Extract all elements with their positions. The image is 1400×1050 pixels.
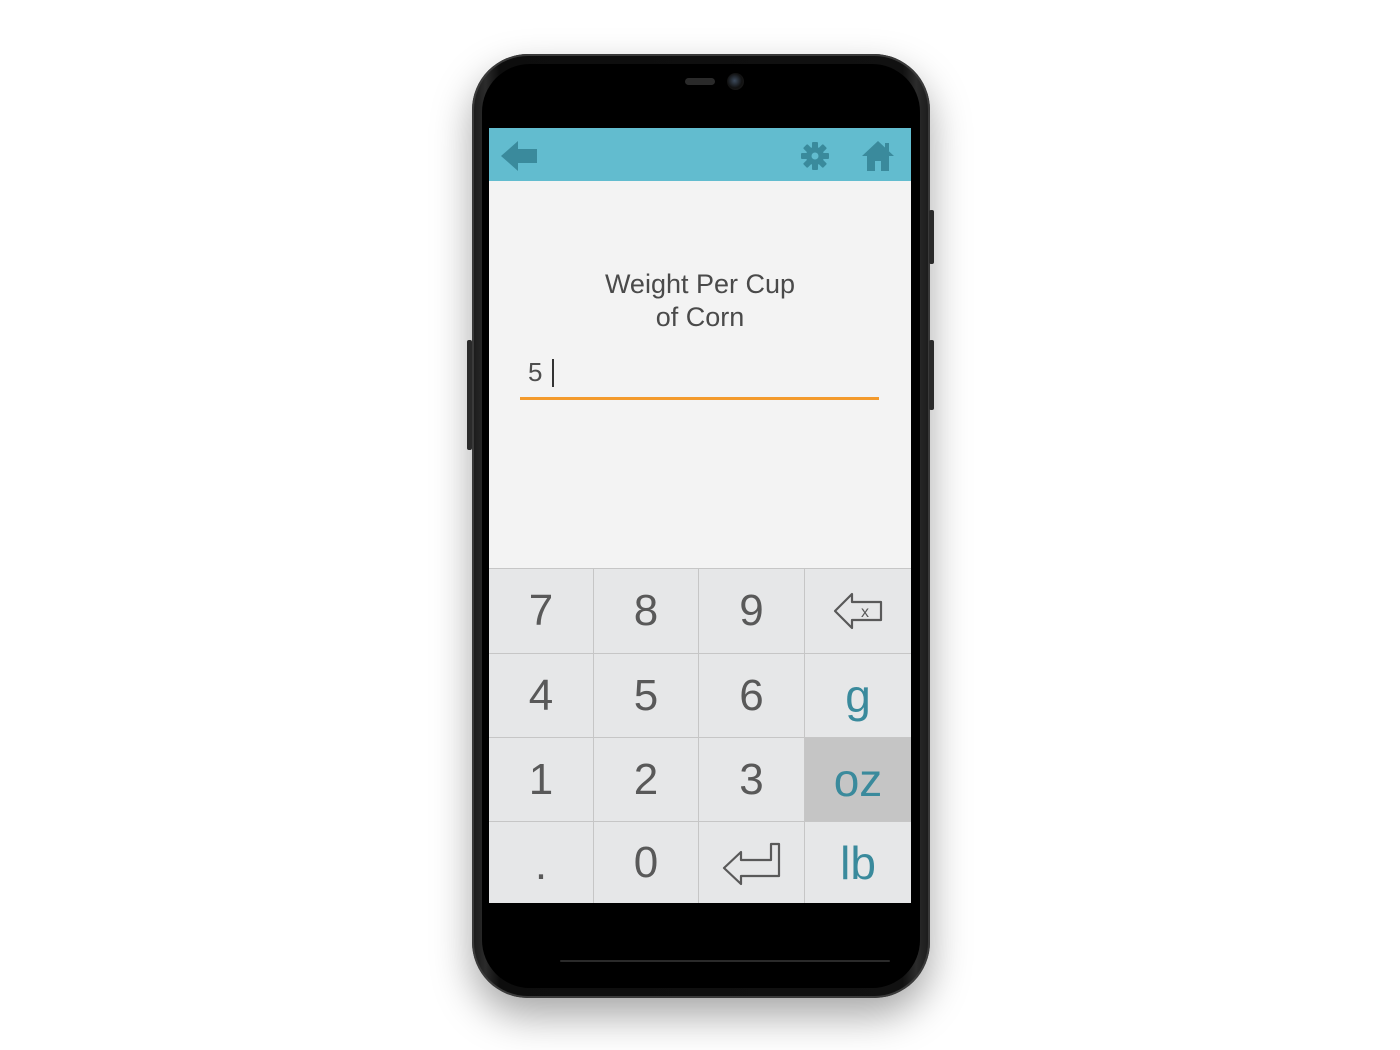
key-6[interactable]: 6	[699, 654, 805, 738]
back-arrow-icon	[501, 141, 537, 171]
title-line-1: Weight Per Cup	[604, 269, 796, 299]
key-2[interactable]: 2	[594, 738, 699, 822]
key-7[interactable]: 7	[489, 569, 594, 654]
top-bar	[489, 128, 911, 181]
side-slider	[467, 340, 472, 450]
enter-key[interactable]	[699, 822, 805, 903]
unit-g-key[interactable]: g	[805, 654, 911, 738]
app-screen: Weight Per Cup of Corn 5 7 8 9 x 4 5 6 g…	[489, 128, 911, 903]
volume-button	[929, 340, 934, 410]
unit-oz-key[interactable]: oz	[805, 738, 911, 822]
key-5[interactable]: 5	[594, 654, 699, 738]
key-0[interactable]: 0	[594, 822, 699, 903]
backspace-icon: x	[833, 592, 883, 630]
weight-input-field[interactable]: 5	[520, 354, 879, 400]
earpiece-speaker	[685, 78, 715, 85]
key-3[interactable]: 3	[699, 738, 805, 822]
page-title: Weight Per Cup of Corn	[489, 268, 911, 334]
key-1[interactable]: 1	[489, 738, 594, 822]
enter-icon	[722, 842, 780, 886]
title-line-2: of Corn	[655, 302, 745, 332]
home-icon	[862, 141, 894, 171]
numeric-keypad: 7 8 9 x 4 5 6 g 1 2 3 oz . 0 lb	[489, 568, 911, 903]
unit-lb-key[interactable]: lb	[805, 822, 911, 903]
back-button[interactable]	[499, 136, 539, 176]
key-8[interactable]: 8	[594, 569, 699, 654]
text-caret	[552, 359, 554, 387]
power-button	[929, 210, 934, 264]
key-4[interactable]: 4	[489, 654, 594, 738]
stage: Weight Per Cup of Corn 5 7 8 9 x 4 5 6 g…	[0, 0, 1400, 1050]
home-button[interactable]	[858, 136, 898, 176]
front-camera	[727, 73, 744, 90]
gear-icon	[801, 142, 829, 170]
backspace-key[interactable]: x	[805, 569, 911, 654]
bottom-bezel-line	[560, 960, 890, 962]
settings-button[interactable]	[795, 136, 835, 176]
key-9[interactable]: 9	[699, 569, 805, 654]
key-decimal[interactable]: .	[489, 822, 594, 903]
input-value: 5	[528, 357, 543, 387]
svg-text:x: x	[861, 604, 869, 621]
